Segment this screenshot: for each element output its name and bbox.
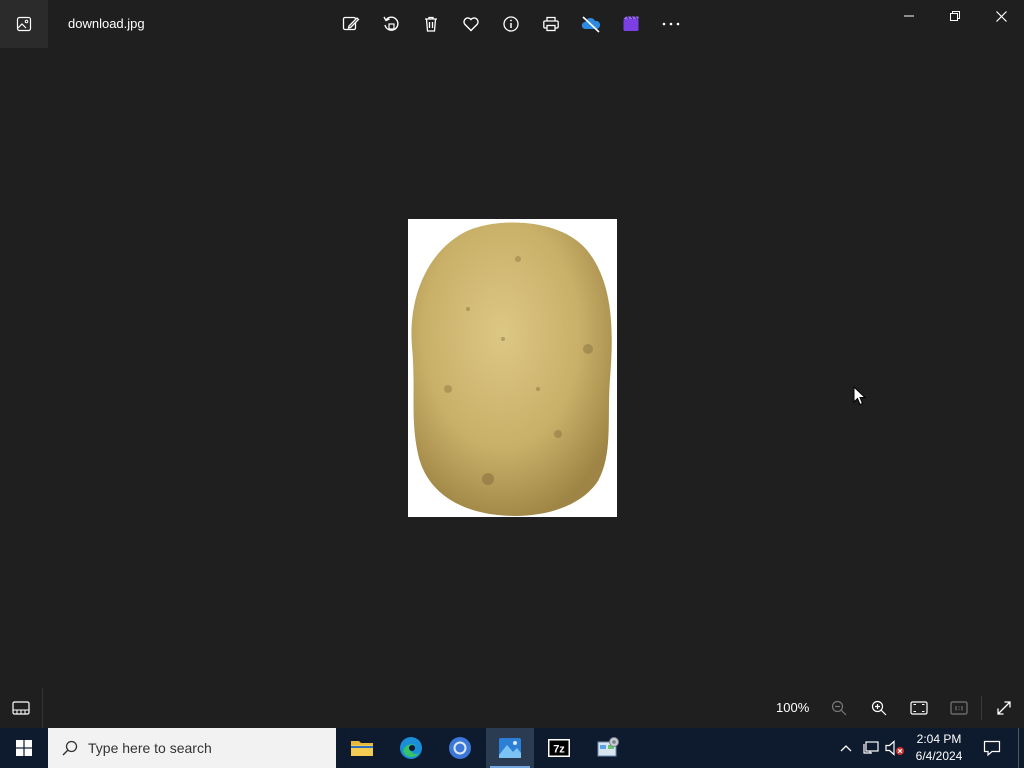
chevron-up-icon <box>840 745 852 752</box>
taskbar-chrome[interactable] <box>436 728 484 768</box>
more-options-button[interactable] <box>651 4 691 44</box>
delete-button[interactable] <box>411 4 451 44</box>
status-bar: 100% <box>0 688 1024 728</box>
svg-text:7z: 7z <box>553 744 565 756</box>
fullscreen-button[interactable] <box>984 688 1024 728</box>
close-icon <box>995 10 1007 22</box>
filmstrip-icon <box>12 701 30 715</box>
filmstrip-button[interactable] <box>0 688 43 728</box>
minimize-icon <box>904 15 914 17</box>
printer-icon <box>543 16 559 32</box>
chrome-browser-icon <box>449 737 471 759</box>
edit-image-button[interactable] <box>331 4 371 44</box>
print-button[interactable] <box>531 4 571 44</box>
start-button[interactable] <box>0 728 48 768</box>
status-divider <box>981 696 982 720</box>
minimize-button[interactable] <box>886 0 932 32</box>
taskbar-control-panel[interactable] <box>584 728 632 768</box>
zoom-out-button[interactable] <box>819 688 859 728</box>
taskbar: Type here to search 7z 2:04 PM 6/4/2024 <box>0 728 1024 768</box>
heart-icon <box>463 17 479 32</box>
notification-icon <box>983 740 1001 756</box>
zoom-in-icon <box>871 700 887 716</box>
more-dots-icon <box>662 22 680 26</box>
clipchamp-icon <box>623 16 639 31</box>
edit-pen-icon <box>342 16 360 31</box>
favorite-button[interactable] <box>451 4 491 44</box>
cloud-off-icon <box>581 16 601 33</box>
zoom-in-button[interactable] <box>859 688 899 728</box>
network-icon <box>863 741 879 754</box>
show-desktop-button[interactable] <box>1018 728 1024 768</box>
search-placeholder: Type here to search <box>88 740 212 756</box>
restore-icon <box>950 11 960 21</box>
close-button[interactable] <box>978 0 1024 32</box>
zoom-level[interactable]: 100% <box>776 700 809 715</box>
edge-browser-icon <box>400 737 422 759</box>
clipchamp-button[interactable] <box>611 4 651 44</box>
rotate-icon <box>383 16 399 31</box>
taskbar-7zip[interactable]: 7z <box>535 728 583 768</box>
title-bar: download.jpg <box>0 0 1024 48</box>
onedrive-button[interactable] <box>571 4 611 44</box>
control-panel-icon <box>597 737 619 757</box>
volume-status[interactable] <box>884 728 906 768</box>
speaker-muted-icon <box>885 740 904 756</box>
zoom-out-icon <box>831 700 847 716</box>
window-title: download.jpg <box>68 16 145 31</box>
actual-size-icon <box>950 701 968 715</box>
taskbar-edge[interactable] <box>387 728 435 768</box>
mouse-cursor-icon <box>853 385 867 411</box>
trash-icon <box>425 16 437 32</box>
photos-app-icon[interactable] <box>0 0 48 48</box>
taskbar-clock[interactable]: 2:04 PM 6/4/2024 <box>908 731 970 765</box>
rotate-button[interactable] <box>371 4 411 44</box>
search-icon <box>62 740 78 756</box>
action-center-button[interactable] <box>976 728 1008 768</box>
taskbar-file-explorer[interactable] <box>338 728 386 768</box>
clock-date: 6/4/2024 <box>915 749 963 763</box>
folder-icon <box>351 741 373 756</box>
photos-taskbar-icon <box>499 738 521 758</box>
restore-button[interactable] <box>932 0 978 32</box>
7zip-icon: 7z <box>548 739 570 757</box>
fit-window-icon <box>910 701 928 715</box>
show-hidden-icons-button[interactable] <box>836 728 856 768</box>
taskbar-search-box[interactable]: Type here to search <box>48 728 336 768</box>
window-controls <box>886 0 1024 32</box>
expand-icon <box>997 701 1011 715</box>
windows-logo-icon <box>16 740 32 756</box>
file-info-button[interactable] <box>491 4 531 44</box>
fit-to-window-button[interactable] <box>899 688 939 728</box>
taskbar-photos[interactable] <box>486 728 534 768</box>
network-status[interactable] <box>859 728 883 768</box>
actual-size-button[interactable] <box>939 688 979 728</box>
image-toolbar <box>331 4 691 44</box>
info-icon <box>503 16 519 32</box>
clock-time: 2:04 PM <box>916 732 962 746</box>
displayed-image[interactable] <box>408 219 617 517</box>
